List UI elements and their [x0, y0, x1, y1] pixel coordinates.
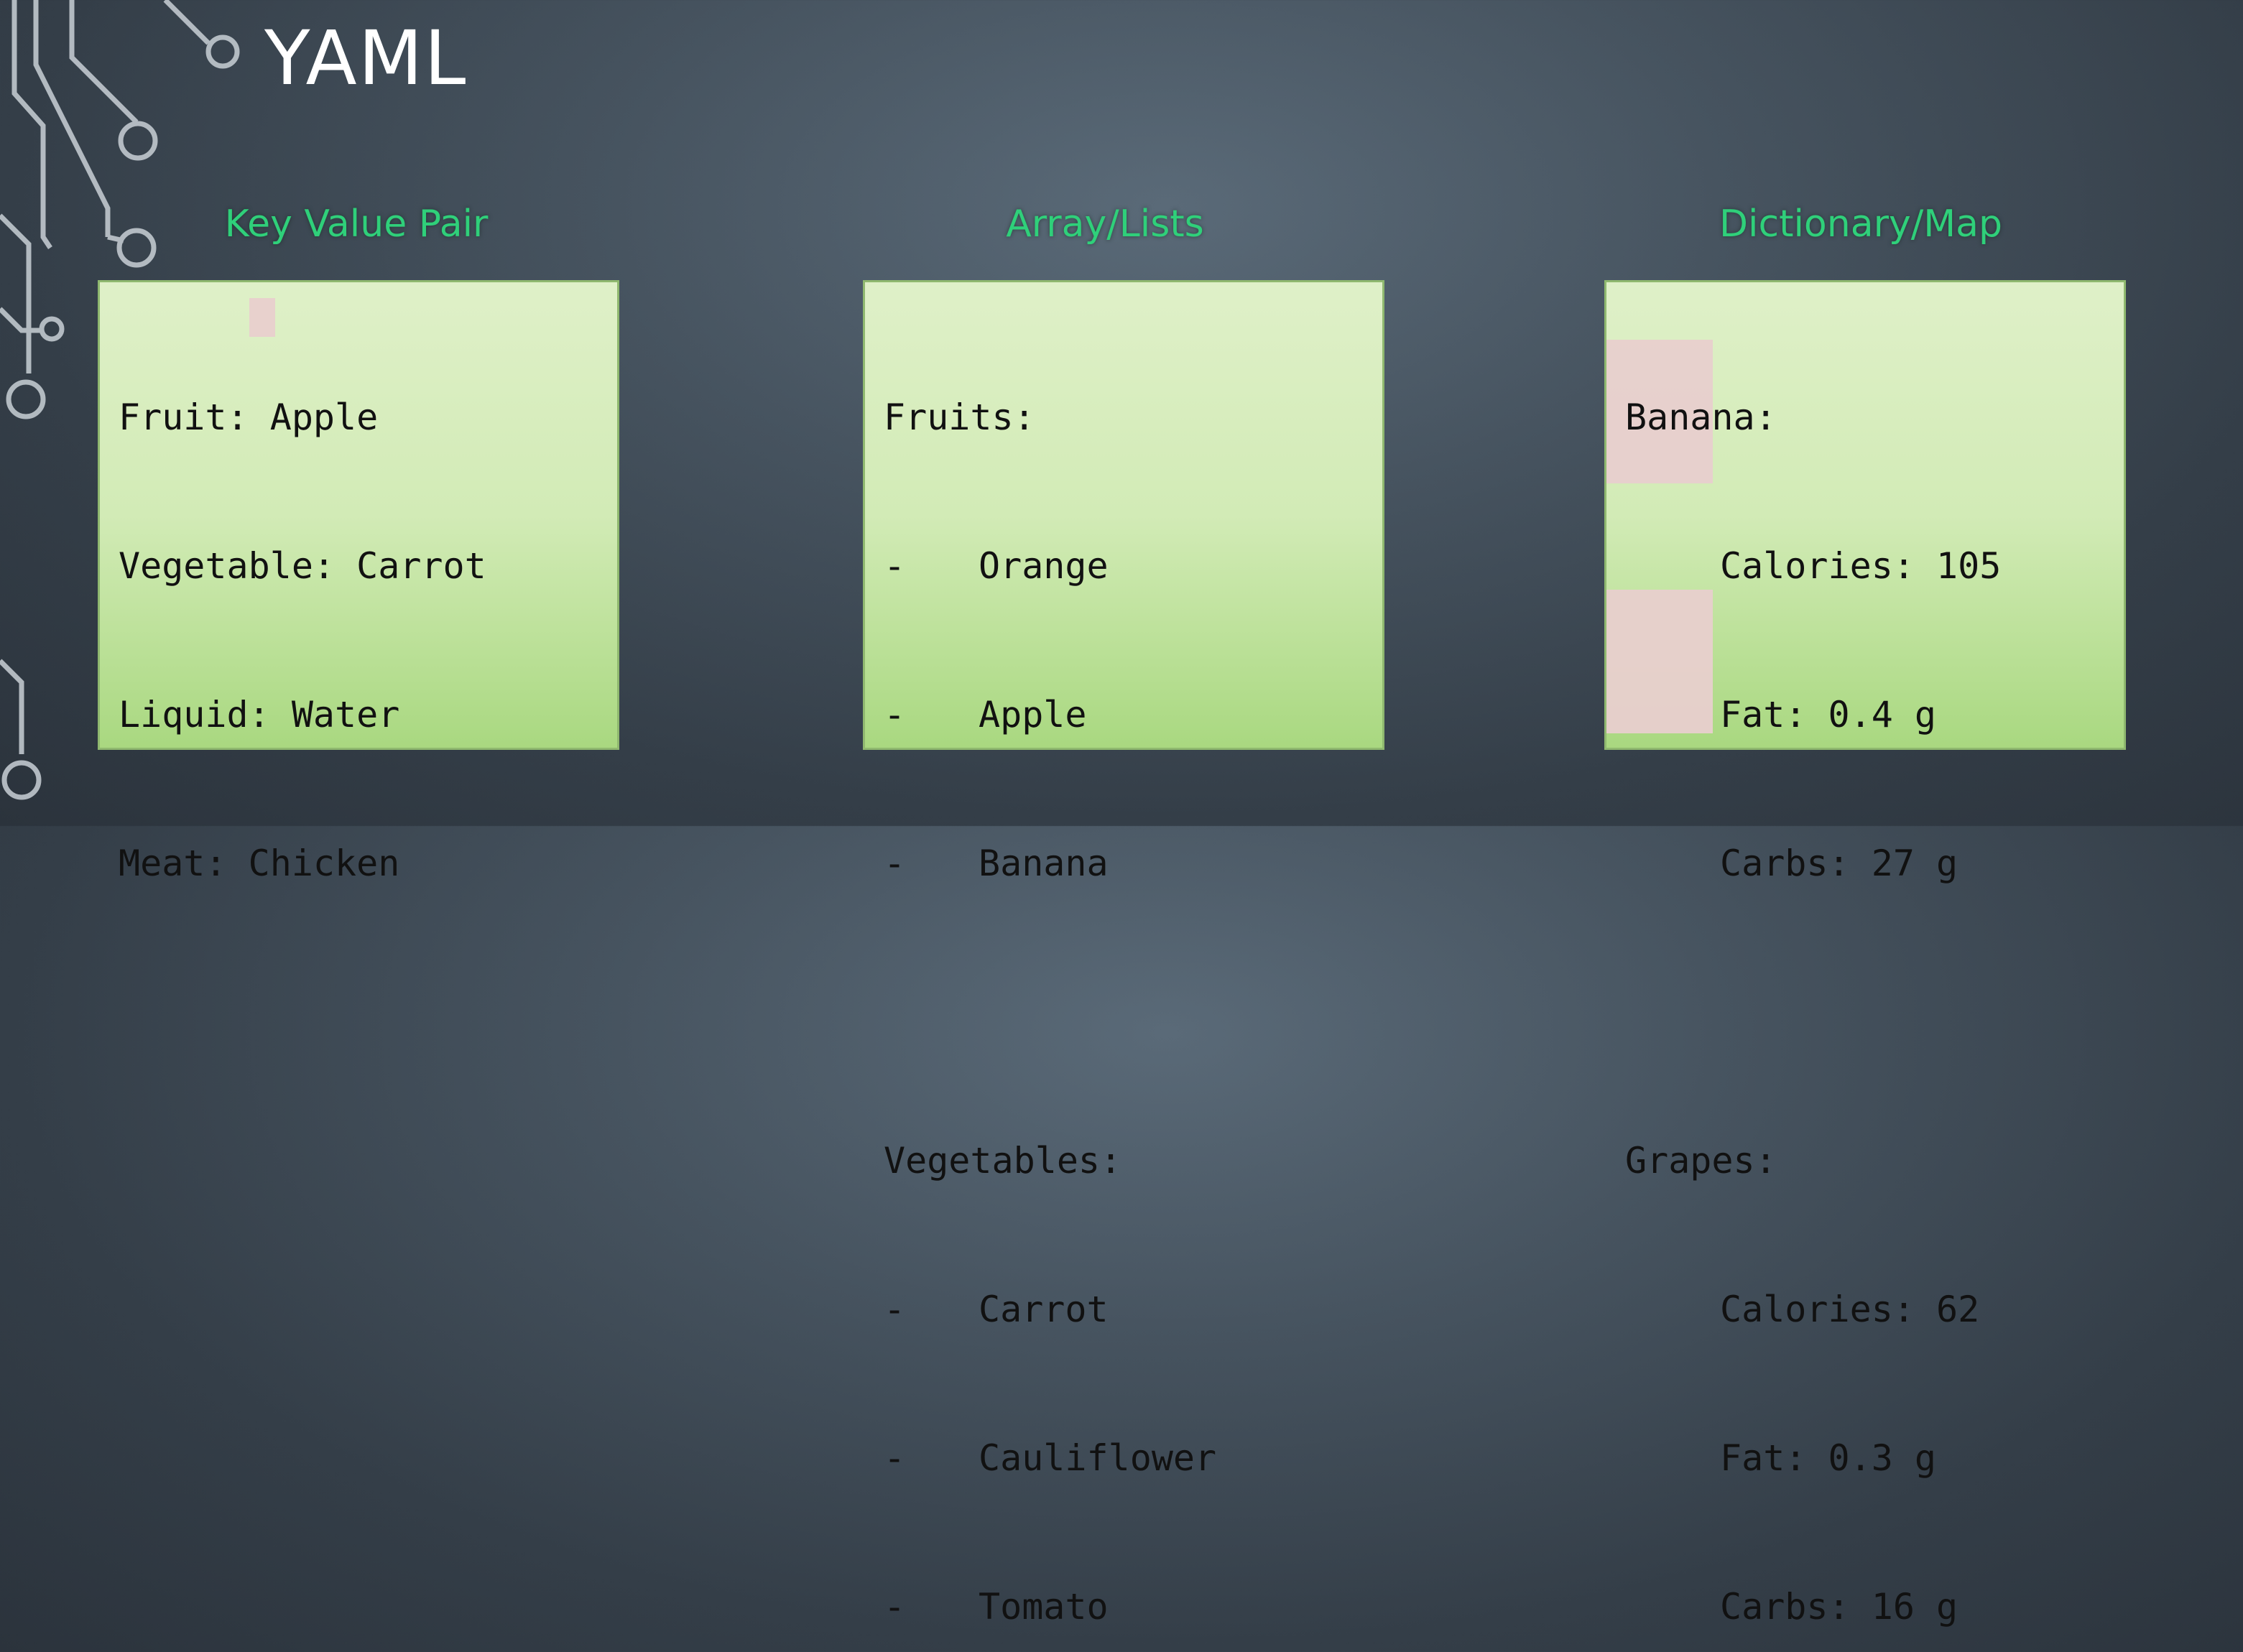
map-prop-label: Fat: 0.4 g — [1720, 694, 1937, 735]
code-line: Meat: Chicken — [119, 843, 400, 884]
map-prop: Carbs: 16 g — [1625, 1582, 2001, 1632]
map-prop: Carbs: 27 g — [1625, 839, 2001, 888]
list-item: - Apple — [884, 690, 1216, 740]
map-prop-label: Carbs: 16 g — [1720, 1586, 1958, 1628]
key-value-panel: Fruit: Apple Vegetable: Carrot Liquid: W… — [98, 280, 619, 884]
code-line: Fruit: Apple — [119, 396, 379, 438]
dictionary-map-code: Banana: Calories: 105 Fat: 0.4 g Carbs: … — [1625, 294, 2001, 1652]
list-item: - Orange — [884, 542, 1216, 591]
map-prop: Fat: 0.3 g — [1625, 1434, 2001, 1483]
key-value-heading: Key Value Pair — [224, 203, 489, 246]
list-item: - Carrot — [884, 1285, 1216, 1335]
list-dash: - — [884, 545, 906, 587]
map-key: Grapes: — [1625, 1140, 1777, 1182]
list-dash: - — [884, 1289, 906, 1330]
list-dash: - — [884, 1437, 906, 1479]
list-key: Fruits: — [884, 396, 1035, 438]
dictionary-map-panel: Banana: Calories: 105 Fat: 0.4 g Carbs: … — [1604, 280, 2126, 1628]
code-line: Liquid: Water — [119, 694, 400, 735]
map-prop-label: Fat: 0.3 g — [1720, 1437, 1937, 1479]
dictionary-map-heading: Dictionary/Map — [1719, 203, 2002, 246]
list-item-label: Orange — [979, 545, 1109, 587]
list-dash: - — [884, 1586, 906, 1628]
list-item-label: Carrot — [979, 1289, 1109, 1330]
list-dash: - — [884, 843, 906, 884]
slide-title: YAML — [264, 14, 468, 102]
array-lists-panel: Fruits: - Orange - Apple - Banana Vegetable… — [863, 280, 1384, 1628]
map-prop: Calories: 105 — [1625, 542, 2001, 591]
map-key: Banana: — [1625, 396, 1777, 438]
map-prop-label: Calories: 105 — [1720, 545, 2002, 587]
map-prop-label: Calories: 62 — [1720, 1289, 1980, 1330]
list-item-label: Cauliflower — [979, 1437, 1217, 1479]
array-lists-code: Fruits: - Orange - Apple - Banana Vegetable… — [884, 294, 1216, 1652]
list-item-label: Tomato — [979, 1586, 1109, 1628]
list-item: - Cauliflower — [884, 1434, 1216, 1483]
list-item: - Banana — [884, 839, 1216, 888]
array-lists-heading: Array/Lists — [1006, 203, 1204, 246]
list-item-label: Apple — [979, 694, 1087, 735]
list-key: Vegetables: — [884, 1140, 1122, 1182]
list-dash: - — [884, 694, 906, 735]
map-prop: Calories: 62 — [1625, 1285, 2001, 1335]
list-item: - Tomato — [884, 1582, 1216, 1632]
map-prop-label: Carbs: 27 g — [1720, 843, 1958, 884]
list-item-label: Banana — [979, 843, 1109, 884]
map-prop: Fat: 0.4 g — [1625, 690, 2001, 740]
key-value-code: Fruit: Apple Vegetable: Carrot Liquid: W… — [119, 294, 486, 988]
code-line: Vegetable: Carrot — [119, 545, 486, 587]
